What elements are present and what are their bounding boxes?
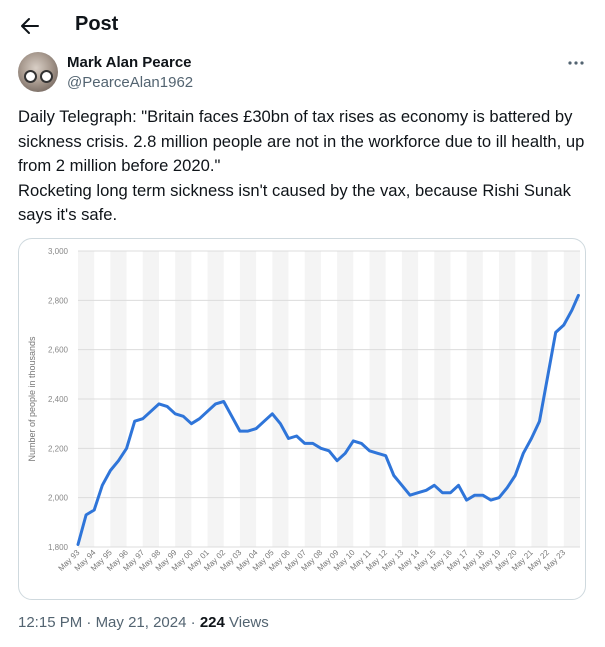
more-options-icon[interactable] xyxy=(565,56,587,70)
back-arrow-icon[interactable] xyxy=(18,14,42,38)
page-title: Post xyxy=(75,13,119,35)
y-tick-label: 2,800 xyxy=(48,296,69,305)
top-bar: Post xyxy=(0,0,605,53)
y-tick-label: 2,200 xyxy=(48,444,69,453)
post-date[interactable]: May 21, 2024 xyxy=(96,614,187,631)
y-tick-label: 2,000 xyxy=(48,494,69,503)
line-chart: 1,8002,0002,2002,4002,6002,8003,000 May … xyxy=(27,247,580,573)
tweet-text-line2: Rocketing long term sickness isn't cause… xyxy=(18,180,571,225)
view-count: 224 xyxy=(199,614,225,631)
tweet-text: Daily Telegraph: "Britain faces £30bn of… xyxy=(18,105,588,228)
y-tick-label: 1,800 xyxy=(48,543,69,552)
y-tick-label: 2,600 xyxy=(48,346,69,355)
author-handle[interactable]: @PearceAlan1962 xyxy=(67,74,193,91)
y-tick-label: 2,400 xyxy=(48,395,69,404)
avatar-eye-left xyxy=(24,70,37,83)
post-time[interactable]: 12:15 PM xyxy=(18,614,82,631)
tweet-text-line1: Daily Telegraph: "Britain faces £30bn of… xyxy=(18,107,585,176)
y-tick-label: 3,000 xyxy=(48,247,69,256)
avatar-eye-right xyxy=(40,70,53,83)
post-meta: 12:15 PM · May 21, 2024 · 224 Views xyxy=(18,614,269,631)
chart-image[interactable]: 1,800 2,000 2,200 2,400 2,600 2,800 3,000 May … xyxy=(18,238,586,600)
author-name[interactable]: Mark Alan Pearce xyxy=(67,54,192,71)
avatar[interactable] xyxy=(18,52,58,92)
views-label: Views xyxy=(229,614,269,631)
y-axis-label: Number of people in thousands xyxy=(27,336,37,462)
